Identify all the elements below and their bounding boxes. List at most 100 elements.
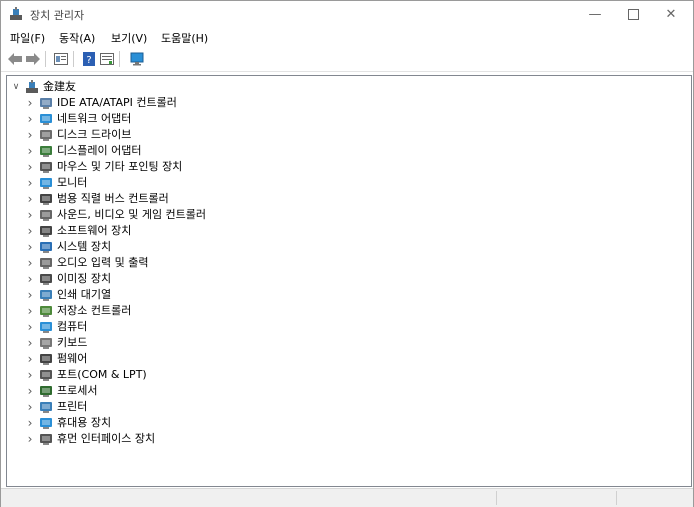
menu-action[interactable]: 동작(A) <box>59 30 95 46</box>
tree-item-label: 휴대용 장치 <box>57 416 112 429</box>
tree-item-label: 프로세서 <box>57 384 98 397</box>
status-segment <box>616 491 693 505</box>
tree-item-label: 포트(COM & LPT) <box>57 368 147 381</box>
tree-category-item[interactable]: › 디스플레이 어댑터 <box>25 143 142 159</box>
chevron-right-icon[interactable]: › <box>25 160 35 174</box>
tree-category-item[interactable]: › IDE ATA/ATAPI 컨트롤러 <box>25 95 177 111</box>
chevron-right-icon[interactable]: › <box>25 336 35 350</box>
tree-category-item[interactable]: › 컴퓨터 <box>25 319 88 335</box>
title-bar: 장치 관리자 — ✕ <box>1 1 693 27</box>
toolbar-separator <box>45 51 46 67</box>
tree-item-label: IDE ATA/ATAPI 컨트롤러 <box>57 96 177 109</box>
tree-category-item[interactable]: › 인쇄 대기열 <box>25 287 112 303</box>
forward-button[interactable] <box>25 51 41 67</box>
chevron-right-icon[interactable]: › <box>25 224 35 238</box>
tree-category-item[interactable]: › 마우스 및 기타 포인팅 장치 <box>25 159 183 175</box>
maximize-button[interactable] <box>615 1 651 27</box>
imaging-device-icon <box>39 272 53 286</box>
minimize-button[interactable]: — <box>577 1 613 27</box>
status-bar <box>1 488 693 507</box>
menu-help[interactable]: 도움말(H) <box>161 30 208 46</box>
chevron-right-icon[interactable]: › <box>25 432 35 446</box>
tree-category-item[interactable]: › 휴대용 장치 <box>25 415 112 431</box>
window-title: 장치 관리자 <box>30 9 85 22</box>
toolbar-separator <box>119 51 120 67</box>
tree-category-item[interactable]: › 소프트웨어 장치 <box>25 223 132 239</box>
tree-item-label: 디스플레이 어댑터 <box>57 144 142 157</box>
device-tree[interactable]: ∨ 金建友 › IDE ATA/ATAPI 컨트롤러 › 네트워크 어댑터 › 디스크 드… <box>6 75 692 487</box>
close-button[interactable]: ✕ <box>653 1 689 27</box>
tree-category-item[interactable]: › 키보드 <box>25 335 88 351</box>
tree-item-label: 소프트웨어 장치 <box>57 224 132 237</box>
tree-category-item[interactable]: › 시스템 장치 <box>25 239 112 255</box>
tree-category-item[interactable]: › 프로세서 <box>25 383 98 399</box>
toolbar-separator <box>73 51 74 67</box>
computer-icon <box>39 320 53 334</box>
chevron-right-icon[interactable]: › <box>25 128 35 142</box>
toolbar: ? <box>1 47 693 72</box>
chevron-right-icon[interactable]: › <box>25 208 35 222</box>
tree-category-item[interactable]: › 범용 직렬 버스 컨트롤러 <box>25 191 169 207</box>
back-button[interactable] <box>7 51 23 67</box>
tree-category-item[interactable]: › 이미징 장치 <box>25 271 112 287</box>
update-driver-button[interactable] <box>99 51 115 67</box>
chevron-right-icon[interactable]: › <box>25 112 35 126</box>
sound-icon <box>39 208 53 222</box>
tree-category-item[interactable]: › 프린터 <box>25 399 88 415</box>
svg-text:?: ? <box>86 55 91 66</box>
help-button[interactable]: ? <box>81 51 97 67</box>
chevron-right-icon[interactable]: › <box>25 256 35 270</box>
menu-file[interactable]: 파일(F) <box>10 30 45 46</box>
menu-view[interactable]: 보기(V) <box>111 30 147 46</box>
tree-item-label: 시스템 장치 <box>57 240 112 253</box>
menu-bar: 파일(F) 동작(A) 보기(V) 도움말(H) <box>1 27 693 47</box>
firmware-icon <box>39 352 53 366</box>
tree-root[interactable]: ∨ 金建友 <box>11 79 76 95</box>
chevron-right-icon[interactable]: › <box>25 176 35 190</box>
maximize-icon <box>627 8 639 20</box>
chevron-right-icon[interactable]: › <box>25 304 35 318</box>
minimize-icon: — <box>588 6 602 22</box>
tree-category-item[interactable]: › 휴먼 인터페이스 장치 <box>25 431 155 447</box>
tree-category-item[interactable]: › 포트(COM & LPT) <box>25 367 147 383</box>
status-segment <box>496 491 617 505</box>
tree-category-item[interactable]: › 저장소 컨트롤러 <box>25 303 132 319</box>
chevron-down-icon[interactable]: ∨ <box>11 82 21 92</box>
tree-category-item[interactable]: › 오디오 입력 및 출력 <box>25 255 149 271</box>
tree-root-label: 金建友 <box>43 80 76 93</box>
keyboard-icon <box>39 336 53 350</box>
update-driver-icon <box>100 53 114 65</box>
close-icon: ✕ <box>665 6 677 22</box>
network-adapter-icon <box>39 112 53 126</box>
usb-controller-icon <box>39 192 53 206</box>
tree-category-item[interactable]: › 펌웨어 <box>25 351 88 367</box>
chevron-right-icon[interactable]: › <box>25 416 35 430</box>
chevron-right-icon[interactable]: › <box>25 144 35 158</box>
display-adapter-icon <box>39 144 53 158</box>
computer-root-icon <box>25 80 39 94</box>
chevron-right-icon[interactable]: › <box>25 352 35 366</box>
chevron-right-icon[interactable]: › <box>25 384 35 398</box>
device-manager-window: 장치 관리자 — ✕ 파일(F) 동작(A) 보기(V) 도움말(H) ? ∨ … <box>0 0 694 507</box>
monitor-icon <box>39 176 53 190</box>
tree-item-label: 디스크 드라이브 <box>57 128 132 141</box>
chevron-right-icon[interactable]: › <box>25 96 35 110</box>
tree-item-label: 네트워크 어댑터 <box>57 112 132 125</box>
chevron-right-icon[interactable]: › <box>25 240 35 254</box>
printer-icon <box>39 400 53 414</box>
tree-category-item[interactable]: › 디스크 드라이브 <box>25 127 132 143</box>
tree-category-item[interactable]: › 모니터 <box>25 175 88 191</box>
chevron-right-icon[interactable]: › <box>25 288 35 302</box>
tree-category-item[interactable]: › 네트워크 어댑터 <box>25 111 132 127</box>
tree-category-item[interactable]: › 사운드, 비디오 및 게임 컨트롤러 <box>25 207 206 223</box>
scan-hardware-button[interactable] <box>129 51 145 67</box>
properties-button[interactable] <box>53 51 69 67</box>
chevron-right-icon[interactable]: › <box>25 192 35 206</box>
chevron-right-icon[interactable]: › <box>25 400 35 414</box>
chevron-right-icon[interactable]: › <box>25 320 35 334</box>
storage-controller-icon <box>39 304 53 318</box>
print-queue-icon <box>39 288 53 302</box>
chevron-right-icon[interactable]: › <box>25 272 35 286</box>
chevron-right-icon[interactable]: › <box>25 368 35 382</box>
tree-item-label: 휴먼 인터페이스 장치 <box>57 432 156 445</box>
